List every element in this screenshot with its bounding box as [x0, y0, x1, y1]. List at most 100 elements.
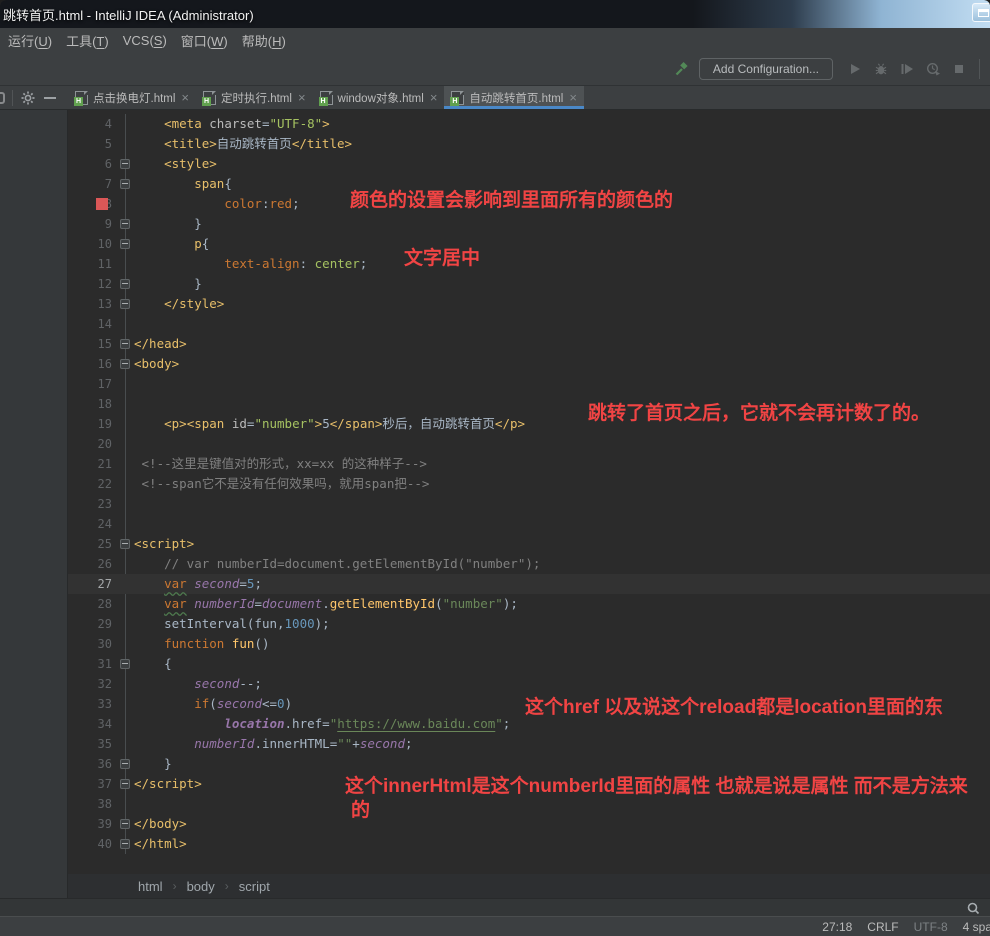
fold-marker-icon[interactable]	[120, 839, 130, 849]
code-text[interactable]: <!--这里是键值对的形式，xx=xx 的这种样子-->	[134, 454, 427, 474]
code-text[interactable]: </body>	[134, 814, 187, 834]
gutter[interactable]: 4	[68, 114, 134, 134]
gutter[interactable]: 8	[68, 194, 134, 214]
indent-indicator[interactable]: 4 spa	[963, 920, 990, 934]
gutter[interactable]: 38	[68, 794, 134, 814]
menu-item-U[interactable]: 运行(U)	[1, 31, 59, 50]
code-text[interactable]: span{	[134, 174, 232, 194]
breadcrumb-body[interactable]: body	[183, 879, 219, 894]
code-line-21[interactable]: 21 <!--这里是键值对的形式，xx=xx 的这种样子-->	[68, 454, 990, 474]
code-line-14[interactable]: 14	[68, 314, 990, 334]
code-text[interactable]: </script>	[134, 774, 202, 794]
code-line-16[interactable]: 16 <body>	[68, 354, 990, 374]
code-line-39[interactable]: 39 </body>	[68, 814, 990, 834]
code-line-26[interactable]: 26 // var numberId=document.getElementBy…	[68, 554, 990, 574]
code-text[interactable]: </head>	[134, 334, 187, 354]
code-line-34[interactable]: 34 location.href="https://www.baidu.com"…	[68, 714, 990, 734]
fold-marker-icon[interactable]	[120, 819, 130, 829]
gutter[interactable]: 39	[68, 814, 134, 834]
gutter[interactable]: 20	[68, 434, 134, 454]
gutter[interactable]: 40	[68, 834, 134, 854]
gutter[interactable]: 30	[68, 634, 134, 654]
hide-panel-minus-icon[interactable]	[44, 97, 56, 99]
fold-marker-icon[interactable]	[120, 159, 130, 169]
add-configuration-button[interactable]: Add Configuration...	[698, 57, 833, 80]
gutter[interactable]: 12	[68, 274, 134, 294]
code-line-30[interactable]: 30 function fun()	[68, 634, 990, 654]
code-text[interactable]: <script>	[134, 534, 194, 554]
code-line-6[interactable]: 6 <style>	[68, 154, 990, 174]
code-line-10[interactable]: 10 p{	[68, 234, 990, 254]
fold-marker-icon[interactable]	[120, 299, 130, 309]
code-text[interactable]: text-align: center;	[134, 254, 367, 274]
code-line-27[interactable]: 27 var second=5;	[68, 574, 990, 594]
code-text[interactable]: }	[134, 754, 172, 774]
fold-marker-icon[interactable]	[120, 779, 130, 789]
code-text[interactable]: {	[134, 654, 172, 674]
tab-1[interactable]: H 点击换电灯.html ×	[68, 86, 196, 109]
close-icon[interactable]: ×	[297, 91, 306, 104]
debug-icon[interactable]	[873, 61, 889, 77]
menu-item-W[interactable]: 窗口(W)	[174, 31, 235, 50]
code-text[interactable]: var second=5;	[134, 574, 262, 594]
close-icon[interactable]: ×	[568, 91, 577, 104]
coverage-icon[interactable]	[899, 61, 915, 77]
fold-marker-icon[interactable]	[120, 279, 130, 289]
gutter[interactable]: 18	[68, 394, 134, 414]
code-line-5[interactable]: 5 <title>自动跳转首页</title>	[68, 134, 990, 154]
code-text[interactable]: var numberId=document.getElementById("nu…	[134, 594, 518, 614]
code-line-13[interactable]: 13 </style>	[68, 294, 990, 314]
code-line-15[interactable]: 15 </head>	[68, 334, 990, 354]
gutter[interactable]: 37	[68, 774, 134, 794]
fold-marker-icon[interactable]	[120, 239, 130, 249]
fold-marker-icon[interactable]	[120, 339, 130, 349]
code-text[interactable]: </html>	[134, 834, 187, 854]
gutter[interactable]: 7	[68, 174, 134, 194]
code-text[interactable]: <!--span它不是没有任何效果吗，就用span把-->	[134, 474, 430, 494]
fold-marker-icon[interactable]	[120, 219, 130, 229]
gutter[interactable]: 14	[68, 314, 134, 334]
gutter[interactable]: 25	[68, 534, 134, 554]
code-text[interactable]: p{	[134, 234, 209, 254]
code-line-18[interactable]: 18	[68, 394, 990, 414]
tool-window-icon-partial[interactable]	[0, 92, 5, 104]
code-line-28[interactable]: 28 var numberId=document.getElementById(…	[68, 594, 990, 614]
fold-marker-icon[interactable]	[120, 359, 130, 369]
gutter[interactable]: 9	[68, 214, 134, 234]
gutter[interactable]: 27	[68, 574, 134, 594]
gutter[interactable]: 10	[68, 234, 134, 254]
code-line-31[interactable]: 31 {	[68, 654, 990, 674]
code-text[interactable]: location.href="https://www.baidu.com";	[134, 714, 510, 734]
gutter[interactable]: 29	[68, 614, 134, 634]
code-text[interactable]: // var numberId=document.getElementById(…	[134, 554, 540, 574]
gutter[interactable]: 19	[68, 414, 134, 434]
code-text[interactable]: </style>	[134, 294, 224, 314]
gutter[interactable]: 36	[68, 754, 134, 774]
code-line-32[interactable]: 32 second--;	[68, 674, 990, 694]
breakpoint-icon[interactable]	[96, 198, 108, 210]
code-text[interactable]: <p><span id="number">5</span>秒后，自动跳转首页</…	[134, 414, 525, 434]
search-magnifier-icon[interactable]	[967, 902, 980, 915]
code-text[interactable]: function fun()	[134, 634, 269, 654]
code-line-20[interactable]: 20	[68, 434, 990, 454]
code-text[interactable]: second--;	[134, 674, 262, 694]
file-encoding-indicator[interactable]: UTF-8	[914, 920, 948, 934]
menu-item-S[interactable]: VCS(S)	[116, 33, 174, 48]
fold-marker-icon[interactable]	[120, 659, 130, 669]
project-tool-window[interactable]	[0, 110, 68, 898]
gutter[interactable]: 11	[68, 254, 134, 274]
gutter[interactable]: 33	[68, 694, 134, 714]
gutter[interactable]: 6	[68, 154, 134, 174]
gutter[interactable]: 13	[68, 294, 134, 314]
gutter[interactable]: 22	[68, 474, 134, 494]
caret-position[interactable]: 27:18	[822, 920, 852, 934]
code-line-38[interactable]: 38	[68, 794, 990, 814]
profiler-icon[interactable]	[925, 61, 941, 77]
code-line-17[interactable]: 17	[68, 374, 990, 394]
code-text[interactable]: <title>自动跳转首页</title>	[134, 134, 352, 154]
tab-3[interactable]: Hwindow对象.html ×	[313, 86, 445, 109]
gutter[interactable]: 23	[68, 494, 134, 514]
gutter[interactable]: 16	[68, 354, 134, 374]
gutter[interactable]: 26	[68, 554, 134, 574]
code-line-29[interactable]: 29 setInterval(fun,1000);	[68, 614, 990, 634]
